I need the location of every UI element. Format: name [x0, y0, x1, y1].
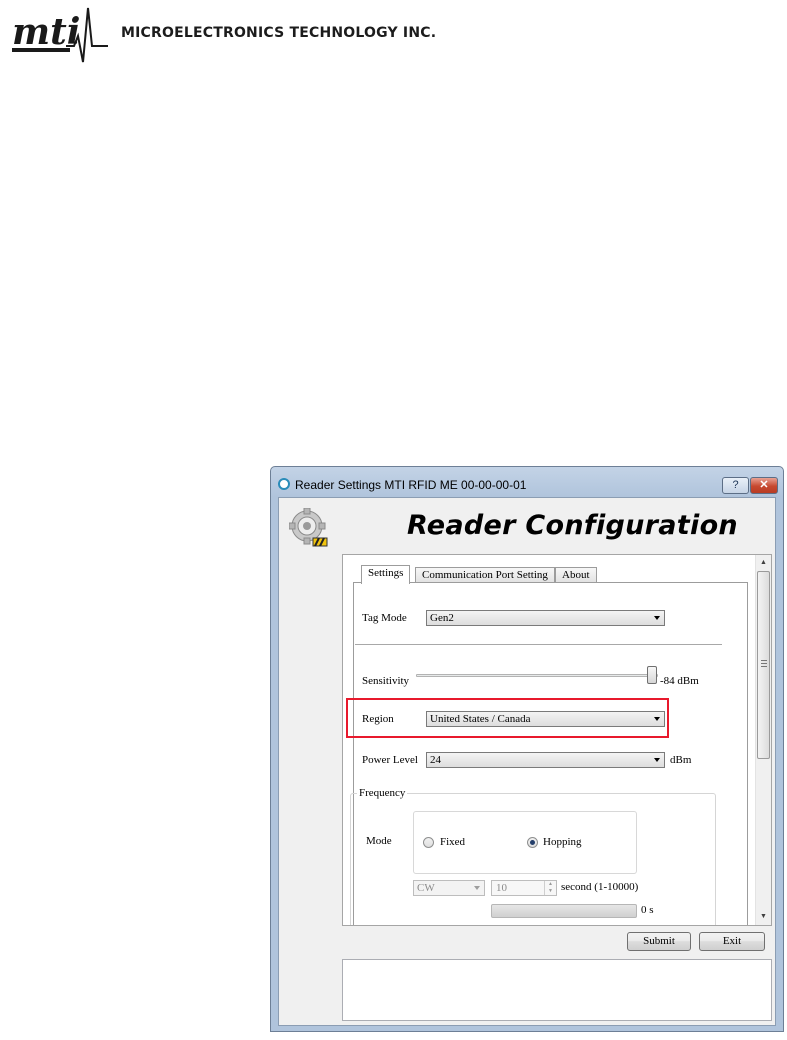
region-value: United States / Canada	[430, 713, 531, 725]
tab-settings[interactable]: Settings	[361, 565, 411, 584]
chevron-down-icon	[474, 886, 480, 890]
chevron-down-icon	[654, 758, 660, 762]
fixed-radio[interactable]	[423, 837, 434, 848]
cw-select[interactable]: CW	[413, 880, 485, 896]
tag-mode-value: Gen2	[430, 612, 454, 624]
sensitivity-label: Sensitivity	[362, 675, 410, 687]
cw-value: CW	[417, 882, 435, 894]
app-icon	[278, 478, 290, 490]
duration-unit-label: second (1-10000)	[561, 881, 639, 893]
region-label: Region	[362, 713, 394, 725]
window-client-area: Reader Configuration Settings Communicat…	[278, 497, 776, 1026]
settings-scroll-panel[interactable]: Settings Communication Port Setting Abou…	[342, 554, 772, 926]
help-button[interactable]: ?	[722, 477, 749, 494]
elapsed-value: 0 s	[641, 904, 654, 916]
divider	[355, 644, 722, 645]
hopping-label[interactable]: Hopping	[543, 836, 582, 848]
gear-icon	[289, 508, 328, 547]
power-level-value: 24	[430, 754, 441, 766]
close-button[interactable]: ✕	[750, 477, 778, 494]
reader-settings-window: Reader Settings MTI RFID ME 00-00-00-01 …	[270, 466, 784, 1032]
frequency-groupbox: Frequency Mode Fixed Hopping CW 10 ▲ ▼ s…	[350, 787, 716, 925]
mti-logo: mti	[12, 7, 108, 63]
spinner-arrows-icon[interactable]: ▲ ▼	[544, 881, 556, 895]
fixed-label[interactable]: Fixed	[440, 836, 465, 848]
scroll-grip-icon	[761, 660, 767, 667]
duration-value: 10	[496, 882, 507, 894]
scrollbar-thumb[interactable]	[757, 571, 770, 759]
window-title: Reader Settings MTI RFID ME 00-00-00-01	[295, 478, 527, 492]
output-text-area[interactable]	[342, 959, 772, 1021]
mode-option-box: Fixed Hopping	[413, 811, 637, 874]
mode-label: Mode	[366, 835, 392, 847]
vertical-scrollbar[interactable]: ▲ ▼	[755, 555, 771, 925]
power-unit-label: dBm	[670, 754, 692, 766]
scroll-down-arrow-icon[interactable]: ▼	[756, 909, 771, 925]
settings-tab-page: Tag Mode Gen2 Sensitivity -84 dBm Region…	[346, 582, 748, 925]
tag-mode-label: Tag Mode	[362, 612, 407, 624]
tag-mode-select[interactable]: Gen2	[426, 610, 665, 626]
elapsed-progress-bar	[491, 904, 637, 918]
duration-spinner[interactable]: 10 ▲ ▼	[491, 880, 557, 896]
company-name: MICROELECTRONICS TECHNOLOGY INC.	[121, 25, 437, 41]
exit-button[interactable]: Exit	[699, 932, 765, 951]
sensitivity-slider-track[interactable]	[416, 674, 658, 677]
chevron-down-icon	[654, 616, 660, 620]
power-level-label: Power Level	[362, 754, 418, 766]
region-select[interactable]: United States / Canada	[426, 711, 665, 727]
tab-about[interactable]: About	[555, 567, 597, 583]
title-bar[interactable]: Reader Settings MTI RFID ME 00-00-00-01 …	[271, 467, 783, 497]
frequency-group-title: Frequency	[357, 787, 408, 799]
sensitivity-value: -84 dBm	[660, 675, 699, 687]
hopping-radio[interactable]	[527, 837, 538, 848]
sensitivity-slider-thumb[interactable]	[647, 666, 657, 684]
scroll-up-arrow-icon[interactable]: ▲	[756, 555, 771, 571]
power-level-select[interactable]: 24	[426, 752, 665, 768]
page-heading: Reader Configuration	[407, 510, 738, 541]
tab-communication-port-setting[interactable]: Communication Port Setting	[415, 567, 555, 583]
chevron-down-icon	[654, 717, 660, 721]
submit-button[interactable]: Submit	[627, 932, 691, 951]
